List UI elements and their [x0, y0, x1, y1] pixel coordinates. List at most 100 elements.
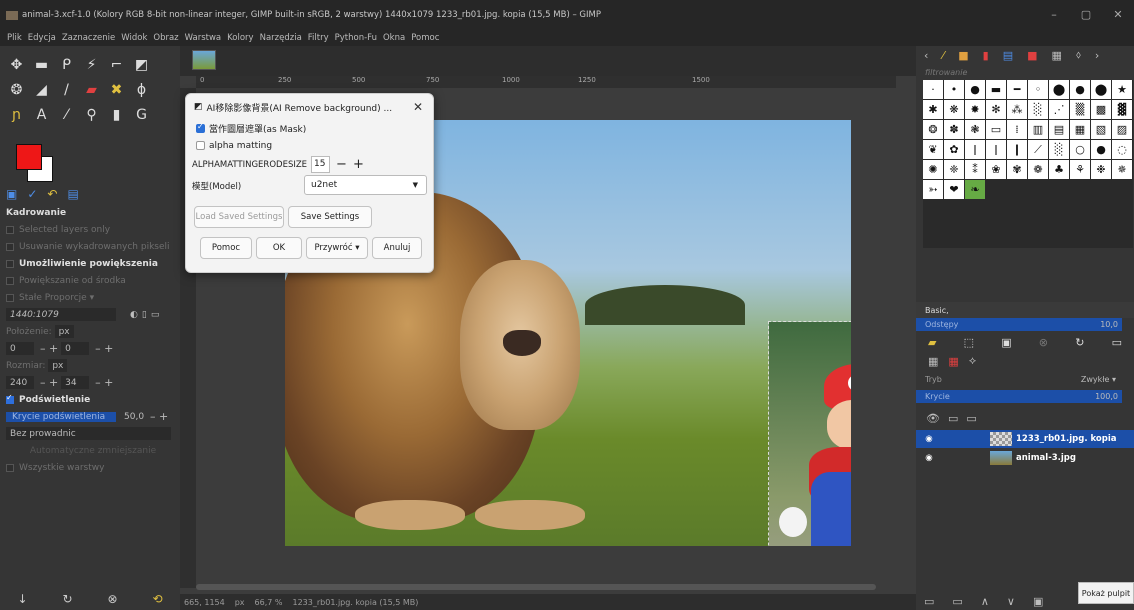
brush-item[interactable]: ━: [1007, 80, 1027, 99]
reset-button[interactable]: Przywróć ▾: [306, 237, 368, 259]
delete-crop-row[interactable]: Usuwanie wykadrowanych pikseli: [0, 238, 180, 255]
brush-item[interactable]: ○: [1070, 140, 1090, 159]
brush-item[interactable]: ❈: [944, 160, 964, 179]
size-width-stepper[interactable]: – +: [40, 376, 58, 389]
position-y-stepper[interactable]: – +: [95, 342, 113, 355]
fg-bg-colors[interactable]: [16, 144, 53, 182]
brush-item[interactable]: ❂: [923, 120, 943, 139]
raise-layer-icon[interactable]: ∧: [981, 595, 989, 608]
ratio-field[interactable]: 1440:1079: [6, 308, 116, 321]
load-settings-button[interactable]: Load Saved Settings: [194, 206, 284, 228]
brush-item[interactable]: ●: [1091, 140, 1111, 159]
brush-item[interactable]: ▥: [1028, 120, 1048, 139]
restore-options-icon[interactable]: ↻: [62, 592, 72, 606]
save-options-icon[interactable]: ↓: [17, 592, 27, 606]
palettes-tab-icon[interactable]: ▤: [1003, 49, 1013, 62]
as-mask-checkbox[interactable]: [196, 122, 205, 133]
alpha-matting-checkbox[interactable]: [196, 141, 205, 150]
from-center-row[interactable]: Powiększanie od środka: [0, 272, 180, 289]
rect-icon[interactable]: ▮: [104, 102, 129, 127]
model-dropdown[interactable]: u2net ▼: [304, 175, 427, 195]
gradients-tab-icon[interactable]: ▮: [983, 49, 989, 62]
spacing-slider[interactable]: Odstępy 10,0: [916, 318, 1122, 331]
brush-item[interactable]: ❤: [944, 180, 964, 199]
position-x-stepper[interactable]: – +: [40, 342, 58, 355]
brush-item[interactable]: ⋰: [1049, 100, 1069, 119]
brush-item[interactable]: ▓: [1112, 100, 1132, 119]
menu-windows[interactable]: Okna: [383, 33, 405, 43]
menu-colors[interactable]: Kolory: [227, 33, 253, 43]
brush-item[interactable]: ⟋: [1028, 140, 1048, 159]
duplicate-layer-icon[interactable]: ▣: [1033, 595, 1043, 608]
brush-item[interactable]: ░: [1028, 100, 1048, 119]
highlight-checkbox[interactable]: [6, 393, 14, 404]
brush-item[interactable]: ❀: [986, 160, 1006, 179]
all-layers-row[interactable]: Wszystkie warstwy: [0, 459, 180, 476]
brush-item[interactable]: ⚘: [1070, 160, 1090, 179]
menu-edit[interactable]: Edycja: [28, 33, 56, 43]
menu-view[interactable]: Widok: [121, 33, 147, 43]
brush-item[interactable]: ·: [923, 80, 943, 99]
smudge-icon[interactable]: ɸ: [129, 77, 154, 102]
size-unit[interactable]: px: [48, 359, 68, 372]
new-group-icon[interactable]: ▭: [952, 595, 962, 608]
brush-item[interactable]: ✸: [965, 100, 985, 119]
maximize-button[interactable]: ▢: [1070, 0, 1102, 30]
brush-item[interactable]: ●: [965, 80, 985, 99]
images-icon[interactable]: ▤: [67, 187, 78, 201]
brush-item[interactable]: ▧: [1091, 120, 1111, 139]
layer-row[interactable]: ◉ 1233_rb01.jpg. kopia: [916, 430, 1134, 448]
eraser-icon[interactable]: ▰: [79, 77, 104, 102]
dialog-close-icon[interactable]: ✕: [413, 100, 423, 114]
prev-tab-icon[interactable]: ‹: [924, 49, 928, 62]
text-icon[interactable]: A: [29, 102, 54, 127]
transform-icon[interactable]: ◩: [129, 52, 154, 77]
brush-item[interactable]: ♣: [1049, 160, 1069, 179]
all-layers-checkbox[interactable]: [6, 463, 14, 472]
mode-dropdown[interactable]: Zwykłe ▾: [1081, 375, 1116, 384]
brush-item[interactable]: ⬤: [1091, 80, 1111, 99]
brush-item[interactable]: ⬤: [1049, 80, 1069, 99]
heal-icon[interactable]: ✖: [104, 77, 129, 102]
move-tool-icon[interactable]: ✥: [4, 52, 29, 77]
highlight-opacity-stepper[interactable]: – +: [150, 410, 168, 423]
help-button[interactable]: Pomoc: [200, 237, 252, 259]
brush-filter-input[interactable]: filtrowanie: [925, 68, 967, 77]
brush-item[interactable]: ▤: [1049, 120, 1069, 139]
delete-options-icon[interactable]: ⊗: [107, 592, 117, 606]
position-x-field[interactable]: 0: [6, 342, 34, 355]
allow-grow-checkbox[interactable]: [6, 259, 14, 268]
foreground-color[interactable]: [16, 144, 42, 170]
landscape-icon[interactable]: ◐: [130, 310, 138, 320]
ok-button[interactable]: OK: [256, 237, 302, 259]
menu-tools[interactable]: Narzędzia: [260, 33, 302, 43]
save-settings-button[interactable]: Save Settings: [288, 206, 372, 228]
from-center-checkbox[interactable]: [6, 276, 14, 285]
erode-size-input[interactable]: 15: [311, 156, 331, 173]
next-tab-icon[interactable]: ›: [1095, 49, 1099, 62]
brush-item[interactable]: ǀ: [965, 140, 985, 159]
paths-tab-icon[interactable]: ⟡: [969, 354, 976, 368]
highlight-row[interactable]: Podświetlenie: [0, 391, 180, 408]
fixed-row[interactable]: Stałe Proporcje ▾: [0, 289, 180, 306]
eye-icon[interactable]: ◉: [916, 453, 942, 463]
channels-tab-icon[interactable]: ▦: [948, 355, 958, 368]
alpha-matting-row[interactable]: alpha matting: [186, 137, 433, 154]
brush-item[interactable]: ✺: [923, 160, 943, 179]
refresh-brushes-icon[interactable]: ↻: [1075, 336, 1084, 349]
bucket-icon[interactable]: ◢: [29, 77, 54, 102]
brush-item[interactable]: ▩: [1091, 100, 1111, 119]
delete-crop-checkbox[interactable]: [6, 242, 14, 251]
menu-help[interactable]: Pomoc: [411, 33, 439, 43]
fixed-dropdown-icon[interactable]: ▾: [87, 293, 95, 303]
layer-row[interactable]: ◉ animal-3.jpg: [916, 449, 1134, 467]
highlight-opacity-row[interactable]: Krycie podświetlenia 50,0 – +: [0, 408, 180, 425]
erode-size-plus[interactable]: +: [353, 157, 364, 172]
auto-shrink-button[interactable]: Automatyczne zmniejszanie: [30, 446, 156, 456]
brushes-grid[interactable]: · • ● ▬ ━ ◦ ⬤ ● ⬤ ★ ✱ ❋ ✸ ✻ ⁂ ░ ⋰ ▒ ▩ ▓ ❂ ✽ ❃ ▭ ⁞ ▥ ▤ ▦ ▧ ▨ ❦ ✿ ǀ ǀ ❙ ⟋ ░…: [923, 80, 1133, 248]
image-tab-thumbnail[interactable]: [192, 50, 216, 70]
selected-layers-row[interactable]: Selected layers only: [0, 221, 180, 238]
brush-item[interactable]: ✾: [1007, 160, 1027, 179]
brush-item[interactable]: ▨: [1112, 120, 1132, 139]
rect-select-icon[interactable]: ▬: [29, 52, 54, 77]
